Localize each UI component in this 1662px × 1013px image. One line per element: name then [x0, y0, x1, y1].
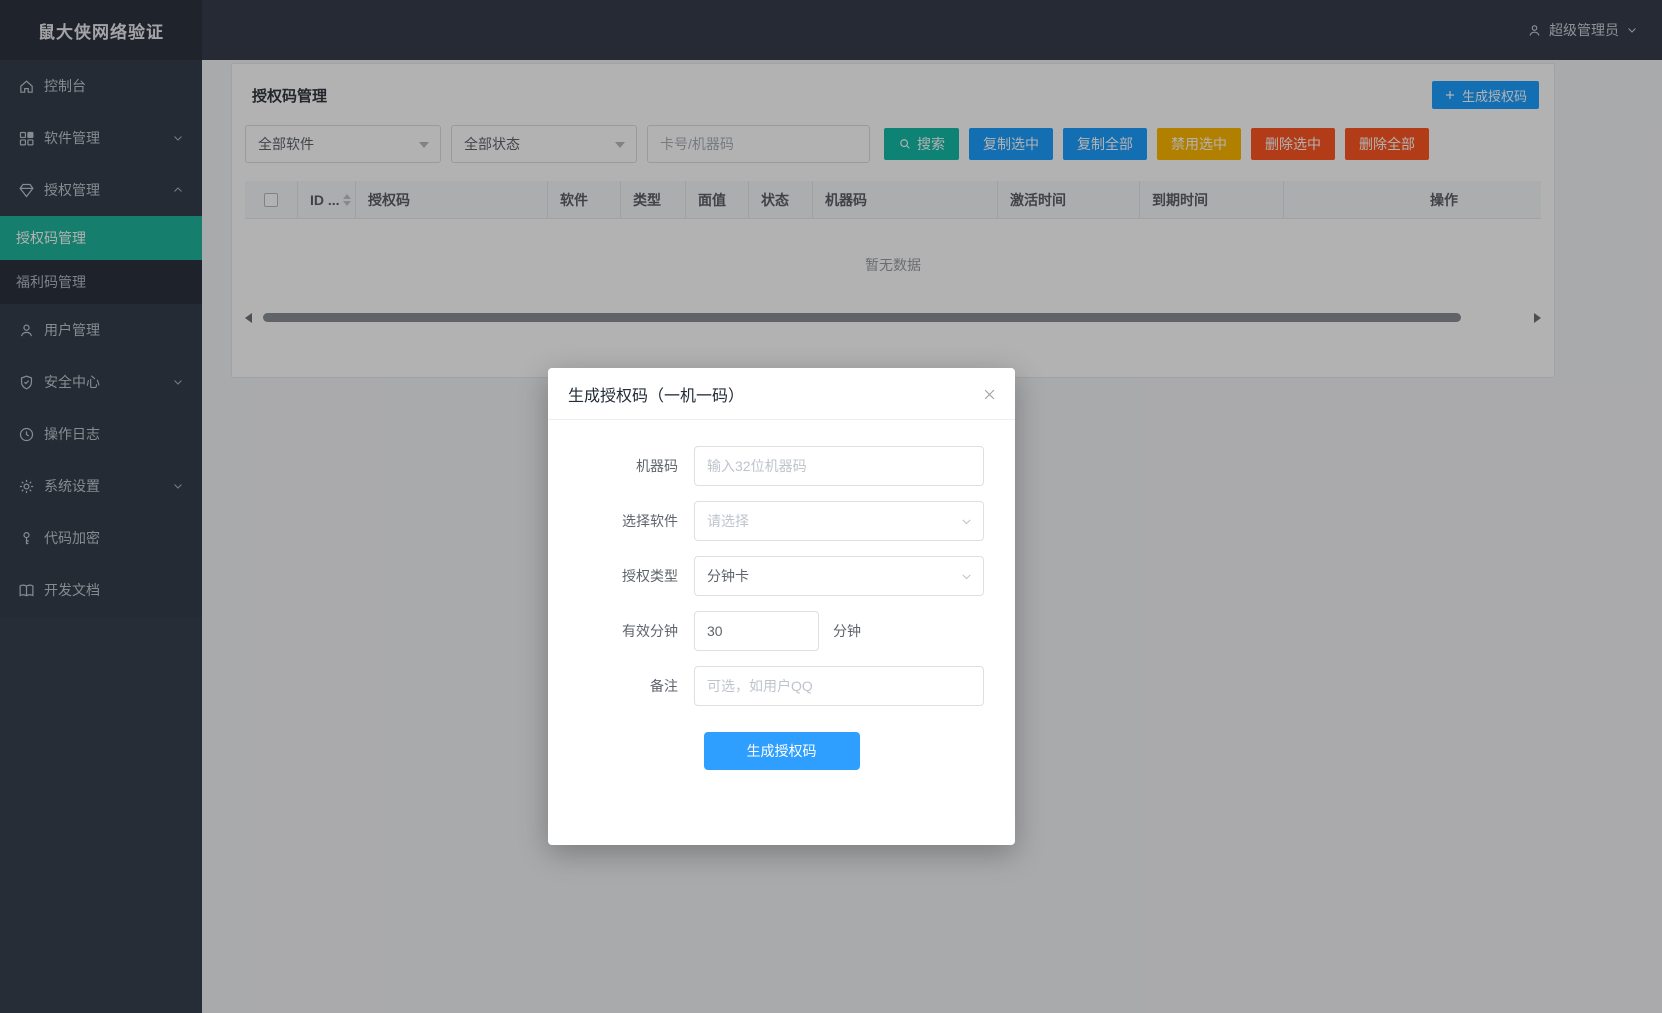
close-icon — [982, 387, 997, 402]
generate-code-modal: 生成授权码（一机一码） 机器码 选择软件 请选择 授权类型 分钟卡 有效分钟 — [548, 368, 1015, 845]
valid-minutes-label: 有效分钟 — [548, 621, 694, 641]
software-select[interactable]: 请选择 — [694, 501, 984, 541]
valid-minutes-input[interactable] — [694, 611, 819, 651]
minutes-unit-label: 分钟 — [833, 621, 861, 641]
software-select-label: 选择软件 — [548, 511, 694, 531]
modal-title: 生成授权码（一机一码） — [568, 382, 744, 406]
modal-generate-button[interactable]: 生成授权码 — [704, 732, 860, 770]
remark-input[interactable] — [694, 666, 984, 706]
auth-type-select[interactable]: 分钟卡 — [694, 556, 984, 596]
auth-type-label: 授权类型 — [548, 566, 694, 586]
chevron-down-icon — [960, 515, 973, 528]
chevron-down-icon — [960, 570, 973, 583]
close-button[interactable] — [977, 382, 1001, 406]
remark-label: 备注 — [548, 676, 694, 696]
machine-code-input[interactable] — [694, 446, 984, 486]
machine-code-label: 机器码 — [548, 456, 694, 476]
